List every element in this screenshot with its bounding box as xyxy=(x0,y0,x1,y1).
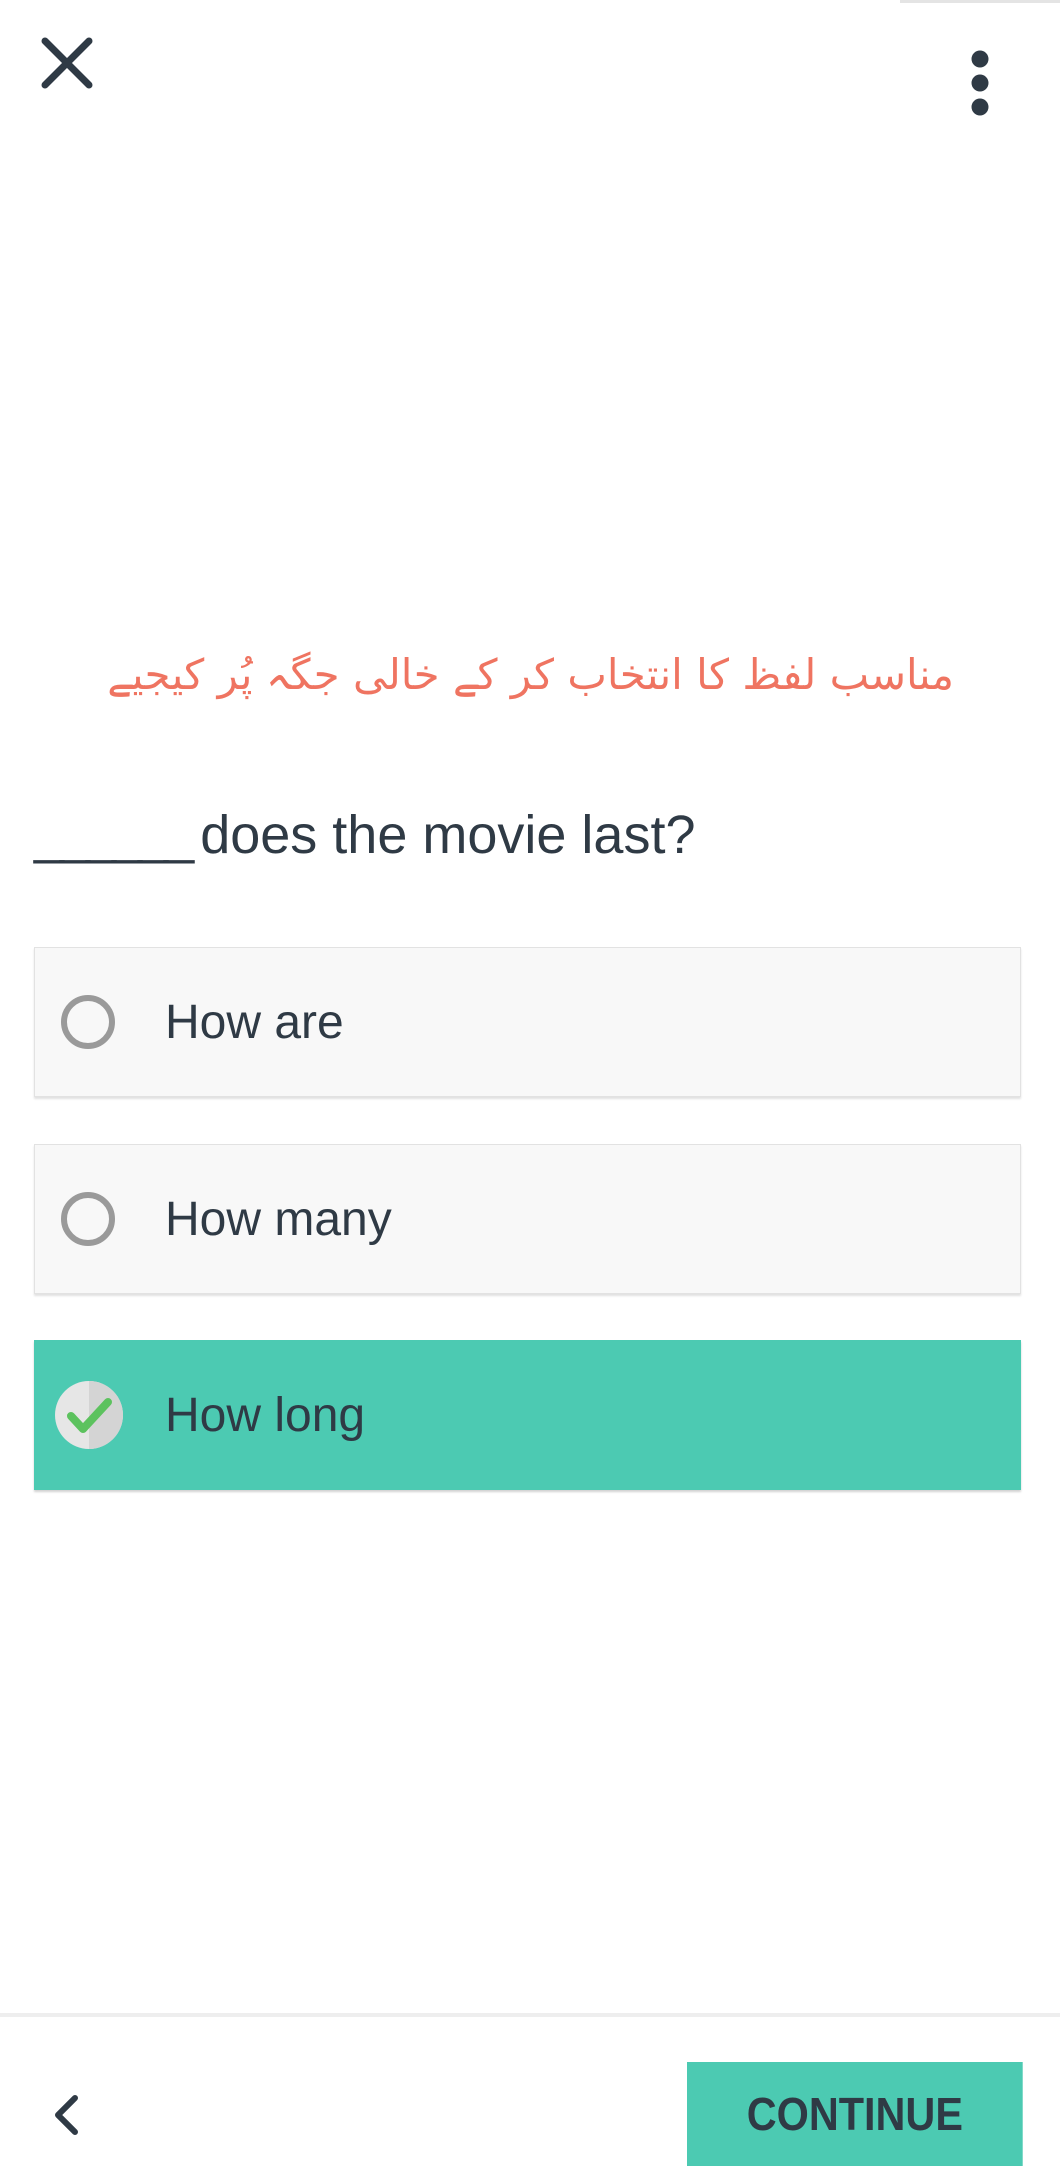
close-icon xyxy=(41,37,93,89)
checkmark-circle-icon[interactable] xyxy=(53,1379,125,1451)
radio-unchecked-icon[interactable] xyxy=(61,1192,115,1246)
question-text: ______ does the movie last? xyxy=(34,800,994,870)
option-how-long[interactable]: How long xyxy=(34,1340,1021,1490)
footer-divider xyxy=(0,2013,1060,2017)
back-button[interactable] xyxy=(40,2080,92,2150)
more-vertical-icon xyxy=(971,50,989,116)
option-label: How are xyxy=(165,995,344,1049)
chevron-left-icon xyxy=(55,2095,78,2135)
radio-unchecked-icon[interactable] xyxy=(61,995,115,1049)
option-label: How many xyxy=(165,1192,392,1246)
close-button[interactable] xyxy=(32,28,102,98)
option-how-many[interactable]: How many xyxy=(34,1144,1021,1294)
option-how-are[interactable]: How are xyxy=(34,947,1021,1097)
continue-button[interactable]: CONTINUE xyxy=(687,2062,1023,2166)
more-options-button[interactable] xyxy=(950,38,1010,128)
question-sentence: does the movie last? xyxy=(200,805,696,865)
option-label: How long xyxy=(165,1388,366,1442)
status-edge xyxy=(900,0,1060,3)
question-blank: ______ xyxy=(34,805,194,865)
instruction-text: مناسب لفظ کا انتخاب کر کے خالی جگہ پُر ک… xyxy=(107,650,954,699)
